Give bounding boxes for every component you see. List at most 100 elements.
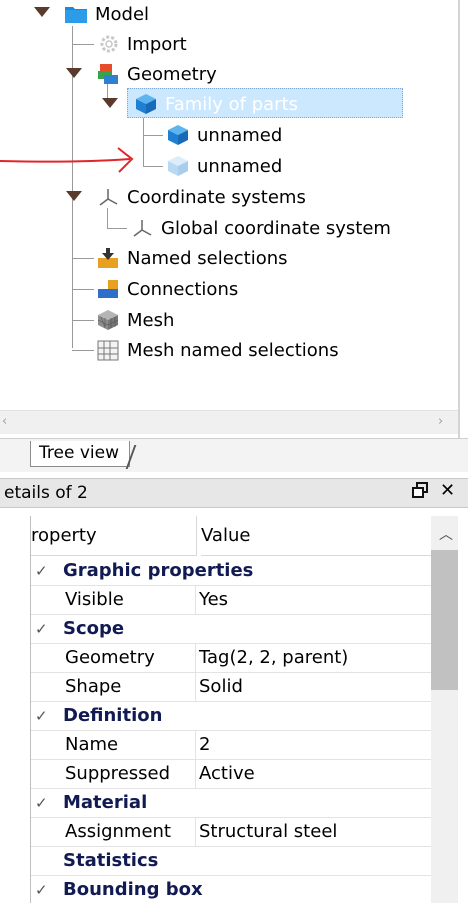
tree-line [72, 44, 94, 45]
details-vertical-scrollbar[interactable]: ︿ [431, 516, 458, 903]
axes-icon [133, 220, 152, 237]
expander-coordinate-systems[interactable] [66, 191, 82, 201]
collapse-chevron-icon[interactable]: ✓ [35, 789, 48, 817]
property-row-visible[interactable]: Visible Yes [31, 586, 431, 615]
category-definition[interactable]: ✓ Definition [31, 702, 431, 731]
tree-item-label: Geometry [127, 63, 217, 85]
property-label: Suppressed [63, 760, 196, 789]
mesh-icon [97, 310, 119, 330]
scroll-left-icon[interactable]: ‹ [2, 414, 7, 429]
tree-item-model[interactable]: Model [64, 0, 149, 28]
category-label: Material [63, 792, 148, 813]
tree-item-label: Connections [127, 278, 239, 300]
property-label: Geometry [63, 644, 196, 673]
tree-line [72, 289, 94, 290]
category-scope[interactable]: ✓ Scope [31, 615, 431, 644]
scroll-right-icon[interactable]: › [438, 414, 443, 429]
model-tree-panel: Model Import Geometry Family of parts un… [0, 0, 468, 438]
tree-item-label: Import [127, 33, 187, 55]
property-row-name[interactable]: Name 2 [31, 731, 431, 760]
named-selection-icon [98, 248, 118, 268]
category-label: Definition [63, 705, 163, 726]
tab-tree-view[interactable]: Tree view [30, 441, 130, 467]
property-row-shape[interactable]: Shape Solid [31, 673, 431, 702]
category-material[interactable]: ✓ Material [31, 789, 431, 818]
collapse-chevron-icon[interactable]: ✓ [35, 876, 48, 903]
tree-line [143, 118, 144, 166]
category-label: Scope [63, 618, 125, 639]
expander-model[interactable] [34, 7, 50, 17]
annotation-arrow-icon [0, 147, 134, 173]
cube-icon [168, 125, 188, 145]
property-label: Visible [63, 586, 196, 615]
category-label: Graphic properties [63, 560, 254, 581]
geometry-stack-icon [98, 64, 118, 84]
property-value[interactable]: Solid [199, 673, 243, 701]
tree-line [72, 258, 94, 259]
gear-icon [100, 35, 118, 53]
category-statistics[interactable]: Statistics [31, 847, 431, 876]
cube-icon [136, 94, 156, 114]
tree-item-global-coordinate-system[interactable]: Global coordinate system [130, 214, 391, 242]
properties-grid: roperty Value ✓ Graphic properties Visib… [30, 516, 458, 903]
property-value[interactable]: 2 [199, 731, 210, 759]
expander-family[interactable] [102, 98, 118, 108]
collapse-chevron-icon[interactable]: ✓ [35, 702, 48, 730]
property-row-assignment[interactable]: Assignment Structural steel [31, 818, 431, 847]
scrollbar-thumb[interactable] [431, 550, 458, 690]
expander-geometry[interactable] [66, 68, 82, 78]
tree-item-named-selections[interactable]: Named selections [96, 244, 288, 272]
property-row-suppressed[interactable]: Suppressed Active [31, 760, 431, 789]
tree-line [107, 208, 108, 228]
tree-vertical-edge [458, 0, 460, 438]
tree-item-label: Mesh named selections [127, 339, 339, 361]
scroll-up-icon[interactable]: ︿ [439, 524, 453, 544]
property-row-geometry[interactable]: Geometry Tag(2, 2, parent) [31, 644, 431, 673]
tree-item-part[interactable]: unnamed [166, 121, 282, 149]
close-icon[interactable]: ✕ [440, 480, 455, 501]
tree-item-geometry[interactable]: Geometry [96, 60, 217, 88]
folder-icon [65, 7, 87, 23]
tree-item-label: Named selections [127, 247, 288, 269]
property-label: Shape [63, 673, 196, 702]
details-header: etails of 2 ✕ [0, 478, 468, 508]
tree-line [143, 166, 163, 167]
tree-item-label: Mesh [127, 309, 175, 331]
tree-horizontal-scrollbar[interactable]: ‹ › [0, 410, 458, 434]
tree-line [72, 320, 94, 321]
pin-icon[interactable] [412, 482, 428, 503]
cube-icon [168, 156, 188, 176]
tree-item-mesh[interactable]: Mesh [96, 306, 174, 334]
model-tree: Model Import Geometry Family of parts un… [0, 0, 446, 410]
axes-icon [99, 189, 118, 206]
column-separator[interactable] [196, 516, 197, 556]
tree-item-connections[interactable]: Connections [96, 275, 238, 303]
tree-line [143, 135, 163, 136]
tree-item-label: unnamed [197, 155, 283, 177]
collapse-chevron-icon[interactable]: ✓ [35, 557, 48, 585]
tree-item-coordinate-systems[interactable]: Coordinate systems [96, 183, 306, 211]
column-header-value[interactable]: Value [201, 516, 431, 556]
property-value[interactable]: Tag(2, 2, parent) [199, 644, 348, 672]
category-label: Statistics [63, 850, 159, 871]
column-header-property[interactable]: roperty [31, 516, 196, 556]
property-value[interactable]: Structural steel [199, 818, 337, 846]
tree-item-label: Family of parts [165, 93, 299, 115]
category-label: Bounding box [63, 879, 203, 900]
tree-item-mesh-named-selections[interactable]: Mesh named selections [96, 336, 339, 364]
tree-line [107, 228, 127, 229]
mesh-grid-icon [97, 340, 119, 361]
property-label: Assignment [63, 818, 196, 847]
category-graphic-properties[interactable]: ✓ Graphic properties [31, 557, 431, 586]
connection-icon [98, 280, 118, 298]
tree-item-label: Model [95, 3, 150, 25]
tab-strip: Tree view [0, 438, 468, 472]
tree-item-part-suppressed[interactable]: unnamed [166, 152, 282, 180]
category-bounding-box[interactable]: ✓ Bounding box [31, 876, 431, 903]
details-title: etails of 2 [4, 483, 88, 503]
property-value[interactable]: Active [199, 760, 255, 788]
tree-item-family-of-parts[interactable]: Family of parts [134, 90, 298, 118]
property-value[interactable]: Yes [199, 586, 228, 614]
tree-item-import[interactable]: Import [98, 30, 187, 58]
collapse-chevron-icon[interactable]: ✓ [35, 615, 48, 643]
